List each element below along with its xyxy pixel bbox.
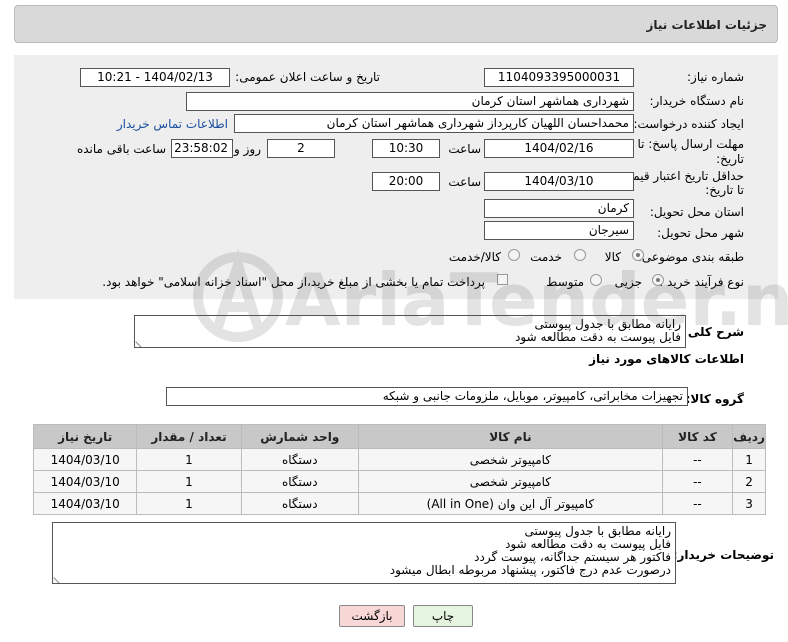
- deadline-time-label: ساعت: [448, 142, 481, 156]
- col-header-index: ردیف: [732, 424, 766, 449]
- cell-index: 3: [732, 492, 766, 515]
- category-both-radio[interactable]: [508, 249, 520, 261]
- city-field[interactable]: سیرجان: [484, 221, 634, 240]
- cell-date: 1404/03/10: [32, 448, 138, 471]
- cell-code: --: [661, 470, 734, 493]
- province-field[interactable]: کرمان: [484, 199, 634, 218]
- cell-code: --: [661, 448, 734, 471]
- cell-code: --: [661, 492, 734, 515]
- col-header-code: کد کالا: [661, 424, 734, 449]
- province-label: استان محل تحویل:: [649, 205, 744, 219]
- process-label: نوع فرآیند خرید :: [659, 275, 744, 289]
- treasury-payment-checkbox[interactable]: [497, 274, 508, 285]
- goods-table: ردیف کد کالا نام کالا واحد شمارش تعداد /…: [32, 424, 766, 515]
- cell-qty: 1: [136, 492, 242, 515]
- buyer-org-label: نام دستگاه خریدار:: [649, 94, 745, 108]
- process-minor-label: جزیی: [614, 275, 642, 289]
- buyer-contact-link[interactable]: اطلاعات تماس خریدار: [117, 117, 228, 131]
- cell-name: کامپیوتر شخصی: [357, 448, 663, 471]
- col-header-date: تاریخ نیاز: [32, 424, 138, 449]
- cell-unit: دستگاه: [240, 492, 359, 515]
- cell-name: کامپیوتر شخصی: [357, 470, 663, 493]
- description-textarea[interactable]: رایانه مطابق با جدول پیوستی فایل پیوست ب…: [134, 315, 686, 348]
- page-title: جزئیات اطلاعات نیاز: [646, 18, 767, 32]
- city-label: شهر محل تحویل:: [657, 226, 744, 240]
- cell-qty: 1: [136, 448, 242, 471]
- category-goods-label: کالا: [604, 250, 621, 264]
- buyer-notes-line: درصورت عدم درج فاکتور، پیشنهاد مربوطه اب…: [389, 563, 671, 577]
- cell-qty: 1: [136, 470, 242, 493]
- price-validity-date-label: تا تاریخ:: [705, 183, 744, 197]
- description-line: فایل پیوست به دقت مطالعه شود: [515, 330, 681, 344]
- remaining-time-field[interactable]: 23:58:02: [171, 139, 233, 158]
- days-field[interactable]: 2: [267, 139, 335, 158]
- creator-field[interactable]: محمداحسان اللهیان کارپرداز شهرداری هماشه…: [234, 114, 634, 133]
- need-number-field[interactable]: 1104093395000031: [484, 68, 634, 87]
- cell-unit: دستگاه: [240, 470, 359, 493]
- cell-date: 1404/03/10: [32, 470, 138, 493]
- category-service-label: خدمت: [530, 250, 562, 264]
- col-header-qty: تعداد / مقدار: [136, 424, 242, 449]
- treasury-payment-note: پرداخت تمام یا بخشی از مبلغ خرید،از محل …: [102, 275, 485, 289]
- cell-index: 1: [732, 448, 766, 471]
- buyer-org-field[interactable]: شهرداری هماشهر استان کرمان: [186, 92, 634, 111]
- print-button[interactable]: چاپ: [413, 605, 473, 627]
- price-validity-date-field[interactable]: 1404/03/10: [484, 172, 634, 191]
- process-medium-radio[interactable]: [590, 274, 602, 286]
- table-row[interactable]: 3 -- کامپیوتر آل این وان (All in One) دس…: [32, 492, 766, 515]
- days-label: روز و: [234, 142, 261, 156]
- category-service-radio[interactable]: [574, 249, 586, 261]
- process-minor-radio[interactable]: [652, 274, 664, 286]
- goods-group-field[interactable]: تجهیزات مخابراتی، کامپیوتر، موبایل، ملزو…: [166, 387, 688, 406]
- need-number-label: شماره نیاز:: [687, 70, 744, 84]
- goods-group-label: گروه کالا:: [685, 392, 744, 406]
- deadline-label: مهلت ارسال پاسخ: تا: [637, 137, 744, 151]
- col-header-unit: واحد شمارش: [240, 424, 359, 449]
- deadline-date-label: تاریخ:: [716, 152, 744, 166]
- cell-name: کامپیوتر آل این وان (All in One): [357, 492, 663, 515]
- buyer-notes-textarea[interactable]: رایانه مطابق با جدول پیوستی فایل پیوست ب…: [52, 522, 676, 584]
- price-validity-time-label: ساعت: [448, 175, 481, 189]
- goods-section-title: اطلاعات کالاهای مورد نیاز: [589, 352, 744, 366]
- price-validity-time-field[interactable]: 20:00: [372, 172, 440, 191]
- process-medium-label: متوسط: [546, 275, 584, 289]
- page-header: جزئیات اطلاعات نیاز: [14, 5, 778, 43]
- remaining-label: ساعت باقی مانده: [76, 142, 166, 156]
- buyer-notes-label: توضیحات خریدار:: [672, 548, 774, 562]
- creator-label: ایجاد کننده درخواست:: [633, 117, 744, 131]
- table-row[interactable]: 2 -- کامپیوتر شخصی دستگاه 1 1404/03/10: [32, 470, 766, 493]
- category-label: طبقه بندی موضوعی:: [637, 250, 744, 264]
- category-goods-radio[interactable]: [632, 249, 644, 261]
- cell-unit: دستگاه: [240, 448, 359, 471]
- cell-date: 1404/03/10: [32, 492, 138, 515]
- category-both-label: کالا/خدمت: [448, 250, 501, 264]
- back-button[interactable]: بازگشت: [339, 605, 405, 627]
- price-validity-label: حداقل تاریخ اعتبار قیمت:: [617, 169, 744, 183]
- deadline-date-field[interactable]: 1404/02/16: [484, 139, 634, 158]
- cell-index: 2: [732, 470, 766, 493]
- table-header-row: ردیف کد کالا نام کالا واحد شمارش تعداد /…: [32, 424, 766, 449]
- table-row[interactable]: 1 -- کامپیوتر شخصی دستگاه 1 1404/03/10: [32, 448, 766, 471]
- announce-datetime-field[interactable]: 1404/02/13 - 10:21: [80, 68, 230, 87]
- col-header-name: نام کالا: [357, 424, 663, 449]
- deadline-time-field[interactable]: 10:30: [372, 139, 440, 158]
- announce-label: تاریخ و ساعت اعلان عمومی:: [235, 70, 380, 84]
